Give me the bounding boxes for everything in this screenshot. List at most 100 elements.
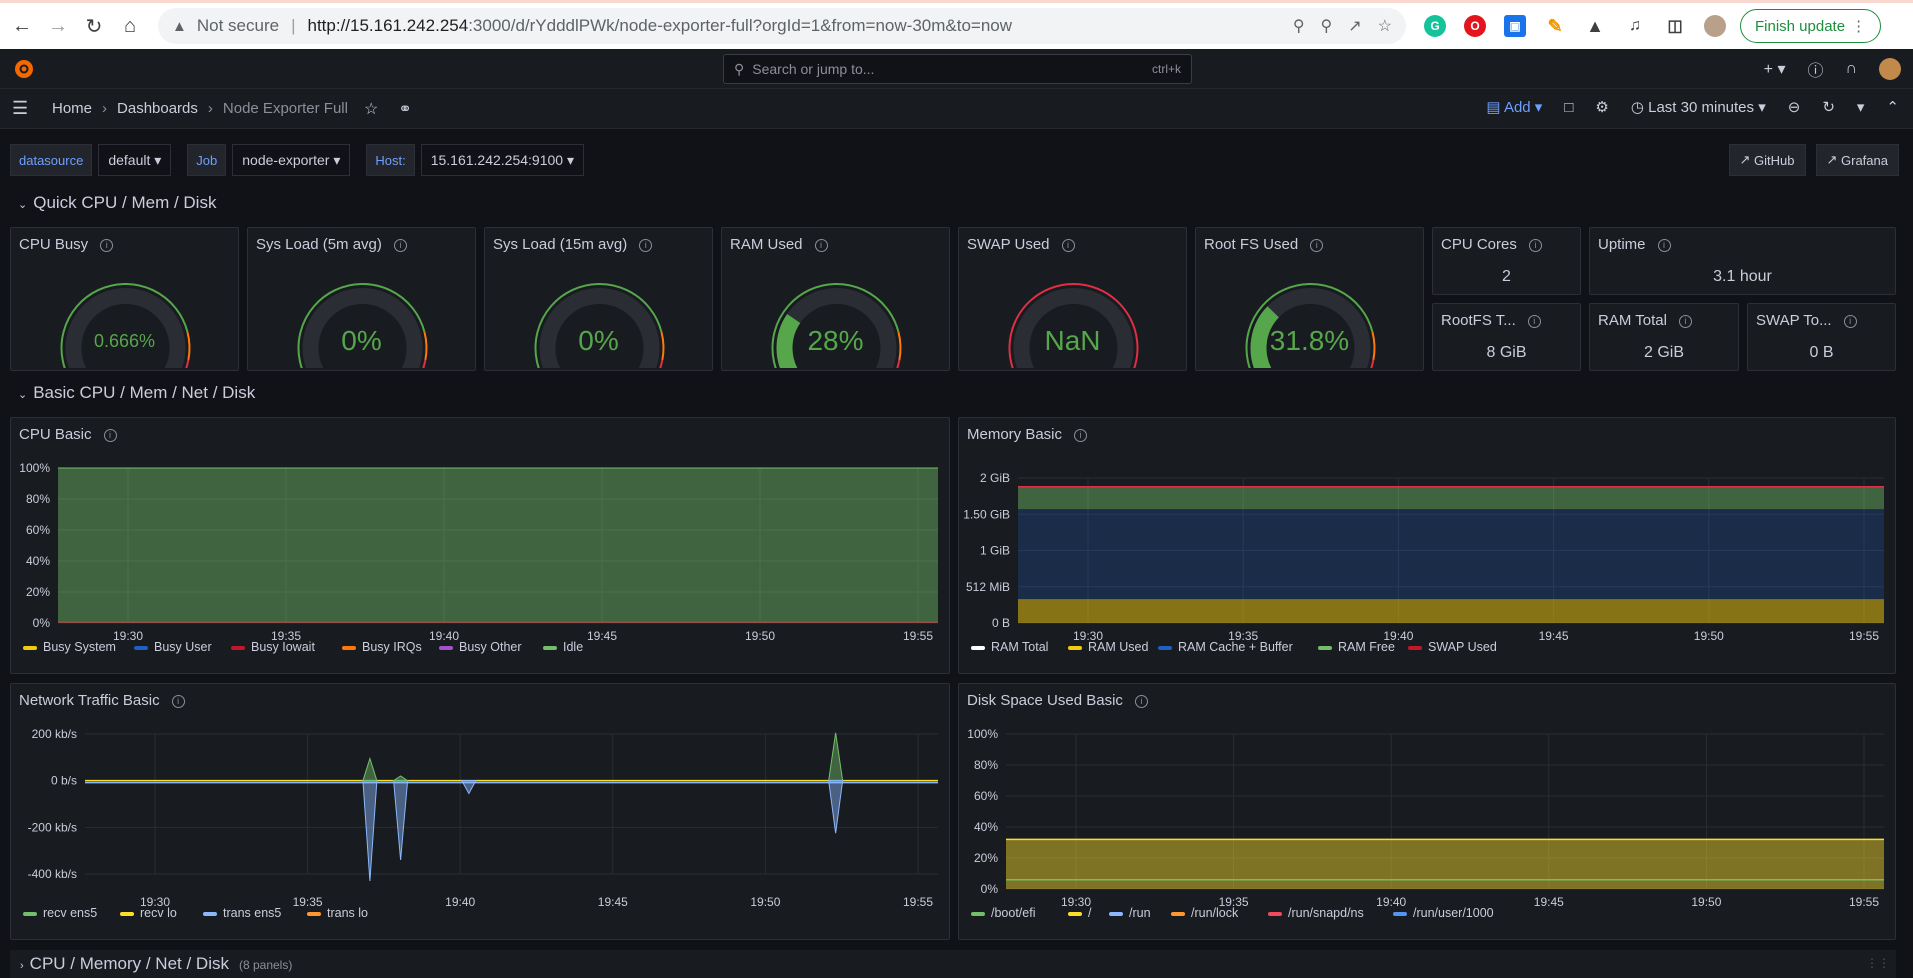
- search-input[interactable]: ⚲ Search or jump to... ctrl+k: [723, 54, 1192, 84]
- gauge-panel[interactable]: Root FS Used i 31.8%: [1195, 227, 1424, 371]
- reload-icon[interactable]: ↻: [76, 8, 112, 44]
- legend-swatch: [120, 912, 134, 916]
- panel-disk-space-used-basic[interactable]: Disk Space Used Basic i 100% 80% 60% 40% 20% 0…: [958, 683, 1896, 940]
- stat-panel-swap-total[interactable]: SWAP To... i 0 B: [1747, 303, 1896, 371]
- var-select-datasource[interactable]: default ▾: [98, 144, 172, 176]
- collapse-chevron-up-icon[interactable]: ⌃: [1886, 98, 1899, 116]
- bookmark-star-icon[interactable]: ☆: [1378, 16, 1392, 36]
- zoom-out-icon[interactable]: ⊖: [1788, 98, 1801, 116]
- legend-swatch: [1068, 646, 1082, 650]
- var-select-host[interactable]: 15.161.242.254:9100 ▾: [420, 144, 584, 176]
- side-panel-icon[interactable]: ◫: [1664, 15, 1686, 37]
- grafana-logo-icon[interactable]: [12, 57, 36, 81]
- grafana-link[interactable]: ↗ Grafana: [1815, 144, 1899, 176]
- more-menu-icon[interactable]: ⋮: [1851, 17, 1866, 35]
- series-area-ram-cache: [1018, 509, 1884, 600]
- breadcrumb-dashboards[interactable]: Dashboards: [117, 100, 198, 117]
- gauge-panel[interactable]: Sys Load (15m avg) i 0%: [484, 227, 713, 371]
- profile-avatar[interactable]: [1704, 15, 1726, 37]
- info-icon[interactable]: i: [1528, 238, 1542, 252]
- stat-panel-uptime[interactable]: Uptime i 3.1 hour: [1589, 227, 1896, 295]
- gauge-arc: [60, 283, 191, 368]
- info-icon[interactable]: i: [1678, 314, 1692, 328]
- github-link[interactable]: ↗ GitHub: [1728, 144, 1806, 176]
- y-tick-label: 80%: [974, 758, 998, 772]
- grammarly-extension-icon[interactable]: G: [1424, 15, 1446, 37]
- forward-icon[interactable]: →: [40, 8, 76, 44]
- github-link-label: GitHub: [1754, 152, 1795, 168]
- y-tick-label: 40%: [26, 554, 50, 568]
- stat-panel-ram-total[interactable]: RAM Total i 2 GiB: [1589, 303, 1739, 371]
- news-rss-icon[interactable]: ∩: [1846, 60, 1858, 78]
- row-quick-title: Quick CPU / Mem / Disk: [33, 193, 217, 212]
- panel-memory-basic[interactable]: Memory Basic i 2 GiB 1.50 GiB 1 GiB 512 MiB 0…: [958, 417, 1896, 674]
- refresh-icon[interactable]: ↻: [1822, 98, 1835, 116]
- info-icon[interactable]: i: [639, 238, 653, 252]
- gauge-panel[interactable]: Sys Load (5m avg) i 0%: [247, 227, 476, 371]
- menu-hamburger-icon[interactable]: ☰: [12, 98, 32, 119]
- network-traffic-chart: 200 kb/s0 b/s-200 kb/s-400 kb/s19:30 19:3…: [23, 727, 938, 920]
- share-icon[interactable]: ↗: [1348, 16, 1361, 36]
- media-control-icon[interactable]: ♫: [1624, 15, 1646, 37]
- legend-swatch: [1171, 912, 1185, 916]
- gauge-panel[interactable]: CPU Busy i 0.666%: [10, 227, 239, 371]
- panel-title: RAM Used: [730, 236, 803, 253]
- panel-title: Root FS Used: [1204, 236, 1299, 253]
- info-icon[interactable]: i: [814, 238, 828, 252]
- info-icon[interactable]: i: [1527, 314, 1541, 328]
- x-tick-label: 19:45: [587, 629, 617, 643]
- info-icon[interactable]: i: [100, 238, 114, 252]
- refresh-interval-chevron-icon[interactable]: ▾: [1857, 98, 1865, 116]
- drag-handle-icon[interactable]: ⋮⋮: [1866, 956, 1890, 970]
- legend-item: RAM Total: [991, 640, 1048, 654]
- info-icon[interactable]: i: [1310, 238, 1324, 252]
- url-path: :3000/d/rYdddlPWk/node-exporter-full?org…: [468, 16, 1013, 35]
- screenshot-extension-icon[interactable]: ▣: [1504, 15, 1526, 37]
- legend-item: Busy Iowait: [251, 640, 315, 654]
- x-tick-label: 19:50: [750, 895, 780, 909]
- info-icon[interactable]: i: [393, 238, 407, 252]
- row-full-collapsed[interactable]: › CPU / Memory / Net / Disk (8 panels) ⋮⋮: [10, 950, 1896, 978]
- panel-cpu-basic[interactable]: CPU Basic i 100% 80% 60% 40% 20% 0% 19:30 19:35 1…: [10, 417, 950, 674]
- new-plus-icon[interactable]: + ▾: [1764, 59, 1786, 79]
- pencil-extension-icon[interactable]: ✎: [1544, 15, 1566, 37]
- panel-title: Sys Load (5m avg): [256, 236, 382, 253]
- zoom-icon[interactable]: ⚲: [1321, 16, 1333, 36]
- legend-swatch: [23, 646, 37, 650]
- help-icon[interactable]: ⓘ: [1807, 57, 1823, 81]
- finish-update-button[interactable]: Finish update ⋮: [1740, 9, 1882, 43]
- dashboard-links: ↗ GitHub ↗ Grafana: [1728, 144, 1899, 176]
- gauge-value: 0.666%: [93, 331, 156, 351]
- share-icon[interactable]: ⚭: [398, 99, 411, 119]
- gauge-panel[interactable]: SWAP Used i NaN: [958, 227, 1187, 371]
- back-icon[interactable]: ←: [4, 8, 40, 44]
- gauge-panel[interactable]: RAM Used i 28%: [721, 227, 950, 371]
- breadcrumb-home[interactable]: Home: [52, 100, 92, 117]
- info-icon[interactable]: i: [1843, 314, 1857, 328]
- grafana-link-label: Grafana: [1841, 152, 1888, 168]
- var-select-job[interactable]: node-exporter ▾: [232, 144, 351, 176]
- gauge-value: 0%: [578, 325, 619, 356]
- legend-swatch: [1393, 912, 1407, 916]
- key-icon[interactable]: ⚲: [1293, 16, 1305, 36]
- save-icon[interactable]: □: [1564, 99, 1573, 116]
- legend-item: /run/snapd/ns: [1288, 906, 1364, 920]
- user-avatar[interactable]: [1879, 58, 1901, 80]
- add-button[interactable]: ▤ Add ▾: [1486, 98, 1542, 116]
- address-bar[interactable]: ▲ Not secure | http://15.161.242.254:300…: [158, 8, 1406, 44]
- opera-extension-icon[interactable]: O: [1464, 15, 1486, 37]
- stat-panel-rootfs-total[interactable]: RootFS T... i 8 GiB: [1432, 303, 1581, 371]
- legend-item: Busy User: [154, 640, 212, 654]
- info-icon[interactable]: i: [1061, 238, 1075, 252]
- stat-value: 0 B: [1809, 344, 1834, 361]
- settings-gear-icon[interactable]: ⚙: [1595, 98, 1608, 116]
- home-icon[interactable]: ⌂: [112, 8, 148, 44]
- info-icon[interactable]: i: [1657, 238, 1671, 252]
- stat-panel-cpu-cores[interactable]: CPU Cores i 2: [1432, 227, 1581, 295]
- row-basic[interactable]: ⌄ Basic CPU / Mem / Net / Disk: [18, 383, 255, 403]
- panel-network-traffic-basic[interactable]: Network Traffic Basic i 200 kb/s 0 b/s -200…: [10, 683, 950, 940]
- favorite-star-icon[interactable]: ☆: [364, 99, 378, 119]
- extensions-puzzle-icon[interactable]: ▲: [1584, 15, 1606, 37]
- row-quick[interactable]: ⌄ Quick CPU / Mem / Disk: [18, 193, 216, 213]
- time-picker[interactable]: ◷ Last 30 minutes ▾: [1631, 98, 1766, 116]
